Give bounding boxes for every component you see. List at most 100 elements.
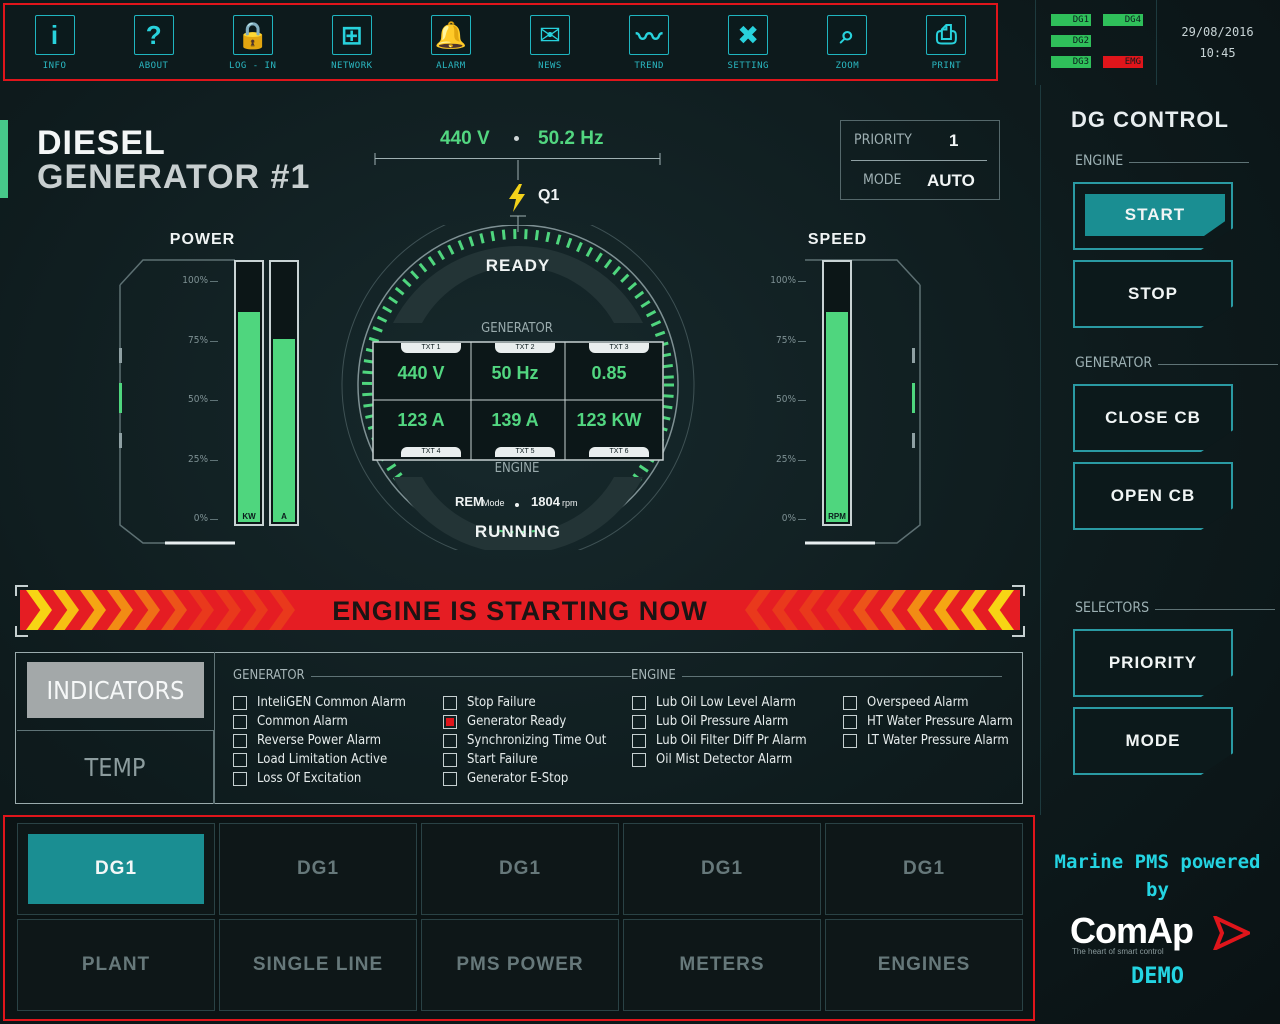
toolbar-print-button[interactable]: ⎙ PRINT <box>913 15 979 71</box>
dial-tick <box>620 273 630 283</box>
indicator-item: Loss Of Excitation <box>233 771 361 786</box>
indicator-label: Overspeed Alarm <box>867 695 969 710</box>
nav-plant-button[interactable]: PLANT <box>17 919 215 1011</box>
toolbar-zoom-button[interactable]: ⌕ ZOOM <box>814 15 880 71</box>
brand-line1: Marine PMS powered <box>1054 851 1261 873</box>
nav-dg-button-2[interactable]: DG1 <box>219 823 417 915</box>
dial-cell-value: 0.85 <box>591 363 627 383</box>
bell-icon: 🔔 <box>430 15 471 55</box>
dial-tick <box>627 281 638 291</box>
dial-tick <box>386 463 397 472</box>
brand-tagline: The heart of smart control <box>1072 947 1164 956</box>
nav-single-line-button[interactable]: SINGLE LINE <box>219 919 417 1011</box>
comap-logo-arrow-icon <box>1213 916 1250 950</box>
indicator-label: Lub Oil Filter Diff Pr Alarm <box>656 733 807 748</box>
title-accent-bar <box>0 120 8 198</box>
breaker-bolt-icon <box>509 184 525 212</box>
nav-dg-label: DG1 <box>28 834 204 904</box>
dial-cell-tag: TXT 1 <box>401 343 461 353</box>
indicator-checkbox <box>632 695 646 710</box>
nav-dg-button-1[interactable]: DG1 <box>17 823 215 915</box>
sidebar-title: DG CONTROL <box>1071 107 1229 132</box>
dial-tick <box>534 230 540 241</box>
dial-cell-value: 50 Hz <box>491 363 539 383</box>
indicator-item: Reverse Power Alarm <box>233 733 381 748</box>
toolbar-trend-button[interactable]: 〰 TREND <box>616 15 682 71</box>
power-bar-fill <box>238 312 260 522</box>
dial-tick <box>418 262 428 273</box>
speed-tick: 50% <box>776 394 796 405</box>
priority-mode-box: PRIORITY 1 MODE AUTO <box>840 120 1000 200</box>
tab-indicators[interactable]: INDICATORS <box>27 662 204 718</box>
dial-tick <box>447 244 455 255</box>
indicator-item: Generator Ready <box>443 714 566 729</box>
nav-engines-button[interactable]: ENGINES <box>825 919 1023 1011</box>
mode-button[interactable]: MODE <box>1073 707 1233 775</box>
dial-tick <box>645 309 657 318</box>
bottom-navigation: DG1 DG1 DG1 DG1 DG1 PLANT SINGLE LINE PMS POWER… <box>3 815 1035 1021</box>
toolbar-log-in-button[interactable]: 🔒 LOG - IN <box>220 15 286 71</box>
nav-dg-button-5[interactable]: DG1 <box>825 823 1023 915</box>
speed-tick-line <box>798 340 806 342</box>
toolbar-setting-button[interactable]: ✖ SETTING <box>715 15 781 71</box>
speed-tick-line <box>798 281 806 282</box>
indicator-item: Synchronizing Time Out <box>443 733 606 748</box>
toolbar-label: SETTING <box>727 61 769 71</box>
indicator-item: Lub Oil Low Level Alarm <box>632 695 796 710</box>
close-cb-button[interactable]: CLOSE CB <box>1073 384 1233 452</box>
toolbar-network-button[interactable]: ⊞ NETWORK <box>319 15 385 71</box>
toolbar-about-button[interactable]: ? ABOUT <box>121 15 187 71</box>
power-bar-fill <box>273 338 295 522</box>
indicator-label: HT Water Pressure Alarm <box>867 714 1013 729</box>
dial-tick <box>368 336 380 343</box>
stop-button[interactable]: STOP <box>1073 260 1233 328</box>
priority-button[interactable]: PRIORITY <box>1073 629 1233 697</box>
toolbar-info-button[interactable]: i INFO <box>22 15 88 71</box>
toolbar-alarm-button[interactable]: 🔔 ALARM <box>418 15 484 71</box>
toolbar-label: INFO <box>42 61 67 71</box>
priority-label: PRIORITY <box>854 132 912 148</box>
indicator-label: Reverse Power Alarm <box>257 733 382 748</box>
printer-icon: ⎙ <box>926 15 967 55</box>
indicator-item: Overspeed Alarm <box>843 695 969 710</box>
indicator-label: Stop Failure <box>467 695 536 710</box>
toolbar-news-button[interactable]: ✉ NEWS <box>517 15 583 71</box>
indicator-checkbox <box>443 714 457 729</box>
nav-dg-button-4[interactable]: DG1 <box>623 823 821 915</box>
indicator-item: Oil Mist Detector Alarm <box>632 752 792 767</box>
speed-tick: 100% <box>770 275 796 286</box>
power-tick: 0% <box>193 513 208 524</box>
nav-meters-button[interactable]: METERS <box>623 919 821 1011</box>
toolbar-label: NEWS <box>538 61 562 71</box>
page-title-line2: GENERATOR #1 <box>37 158 311 196</box>
indicator-item: InteliGEN Common Alarm <box>233 695 406 710</box>
indicator-item: Generator E-Stop <box>443 771 568 786</box>
indicator-checkbox <box>233 714 247 729</box>
dial-tick <box>524 229 528 240</box>
power-tick-line <box>210 281 218 282</box>
open-cb-button[interactable]: OPEN CB <box>1073 462 1233 530</box>
power-tick-line <box>210 400 218 401</box>
engine-rpm: 1804 <box>531 494 560 509</box>
dial-tick <box>603 258 613 269</box>
toolbar-label: ZOOM <box>835 61 860 71</box>
dial-tick <box>479 233 485 244</box>
nav-pms-power-button[interactable]: PMS POWER <box>421 919 619 1011</box>
dial-tick <box>663 394 674 398</box>
power-tick: 100% <box>182 275 208 286</box>
dial-cell-value: 123 KW <box>576 410 642 430</box>
power-tick: 75% <box>188 334 208 346</box>
dial-tick <box>388 296 399 305</box>
tab-temp[interactable]: TEMP <box>17 730 214 804</box>
breaker-label: Q1 <box>538 187 560 204</box>
speed-tick-line <box>798 459 806 461</box>
start-button[interactable]: START <box>1073 182 1233 250</box>
brand-text: Marine PMS powered by <box>1050 848 1265 904</box>
dg-status-box: DG1 DG4 DG2 DG3 EMG <box>1035 0 1157 85</box>
indicator-checkbox <box>443 771 457 786</box>
nav-dg-button-3[interactable]: DG1 <box>421 823 619 915</box>
power-tick-line <box>210 459 218 461</box>
dial-tick <box>402 278 412 288</box>
dial-tick <box>654 330 666 337</box>
indicator-checkbox <box>632 752 646 767</box>
